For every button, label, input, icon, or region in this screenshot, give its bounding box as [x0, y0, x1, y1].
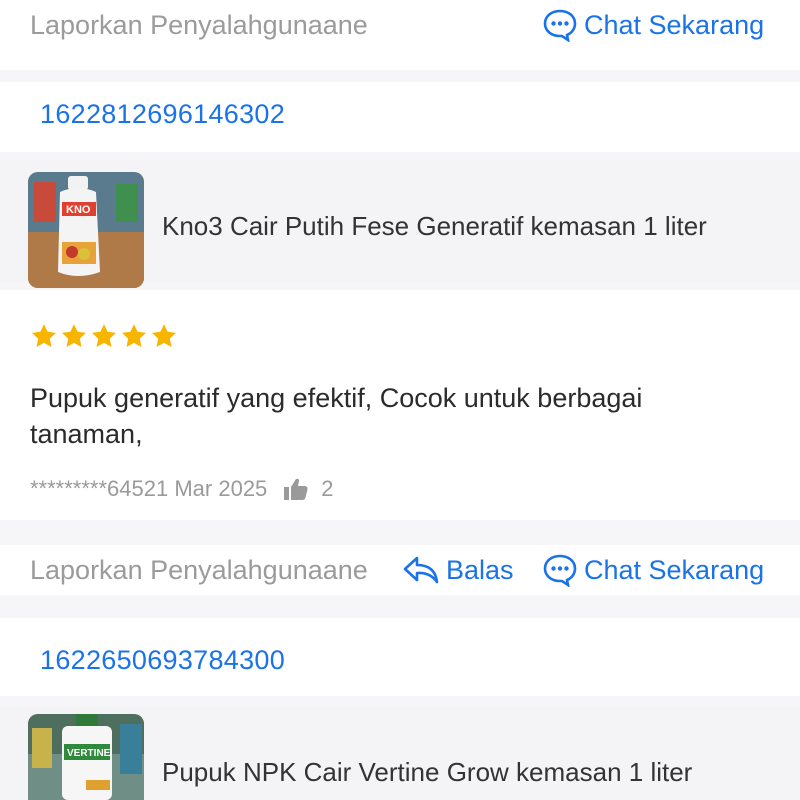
order-header: 1622650693784300 — [0, 618, 800, 696]
product-image: VERTINE — [28, 714, 144, 800]
review-body: Pupuk generatif yang efektif, Cocok untu… — [0, 290, 800, 520]
svg-text:KNO: KNO — [66, 204, 91, 216]
reply-button[interactable]: Balas — [402, 545, 514, 595]
product-name[interactable]: Kno3 Cair Putih Fese Generatif kemasan 1… — [162, 206, 707, 246]
star-icon — [61, 324, 87, 347]
product-name[interactable]: Pupuk NPK Cair Vertine Grow kemasan 1 li… — [162, 752, 692, 792]
order-header: 1622812696146302 — [0, 82, 800, 152]
star-rating — [30, 322, 178, 350]
chat-now-button[interactable]: Chat Sekarang — [542, 545, 764, 595]
like-count: 2 — [321, 476, 334, 501]
chat-now-label: Chat Sekarang — [584, 10, 765, 40]
reviewer-id: *********6452 — [30, 476, 156, 501]
product-card[interactable]: VERTINE Pupuk NPK Cair Vertine Grow kema… — [0, 706, 800, 800]
svg-text:VERTINE: VERTINE — [67, 748, 111, 759]
reply-arrow-icon — [403, 556, 439, 584]
order-id[interactable]: 1622650693784300 — [40, 640, 285, 680]
review-meta: *********6452 1 Mar 2025 2 — [30, 474, 334, 504]
chat-now-label: Chat Sekarang — [584, 555, 765, 585]
chat-bubble-icon — [543, 9, 577, 42]
top-action-row: Laporkan Penyalahgunaane Chat Sekarang — [0, 0, 800, 70]
star-icon — [121, 324, 147, 347]
product-card[interactable]: KNO Kno3 Cair Putih Fese Generatif kemas… — [0, 160, 800, 288]
thumbs-up-icon[interactable] — [283, 477, 309, 501]
report-abuse-link[interactable]: Laporkan Penyalahgunaane — [30, 545, 368, 595]
star-icon — [151, 324, 177, 347]
product-image: KNO — [28, 172, 144, 288]
star-icon — [31, 324, 57, 347]
review-actions: Laporkan Penyalahgunaane Balas Chat Seka… — [0, 545, 800, 595]
review-text: Pupuk generatif yang efektif, Cocok untu… — [30, 383, 643, 449]
reply-label: Balas — [446, 555, 514, 585]
chat-bubble-icon — [543, 554, 577, 587]
order-id[interactable]: 1622812696146302 — [40, 94, 285, 134]
review-date: 1 Mar 2025 — [156, 476, 268, 501]
report-abuse-link[interactable]: Laporkan Penyalahgunaane — [30, 0, 368, 50]
star-icon — [91, 324, 117, 347]
chat-now-button[interactable]: Chat Sekarang — [542, 0, 764, 50]
